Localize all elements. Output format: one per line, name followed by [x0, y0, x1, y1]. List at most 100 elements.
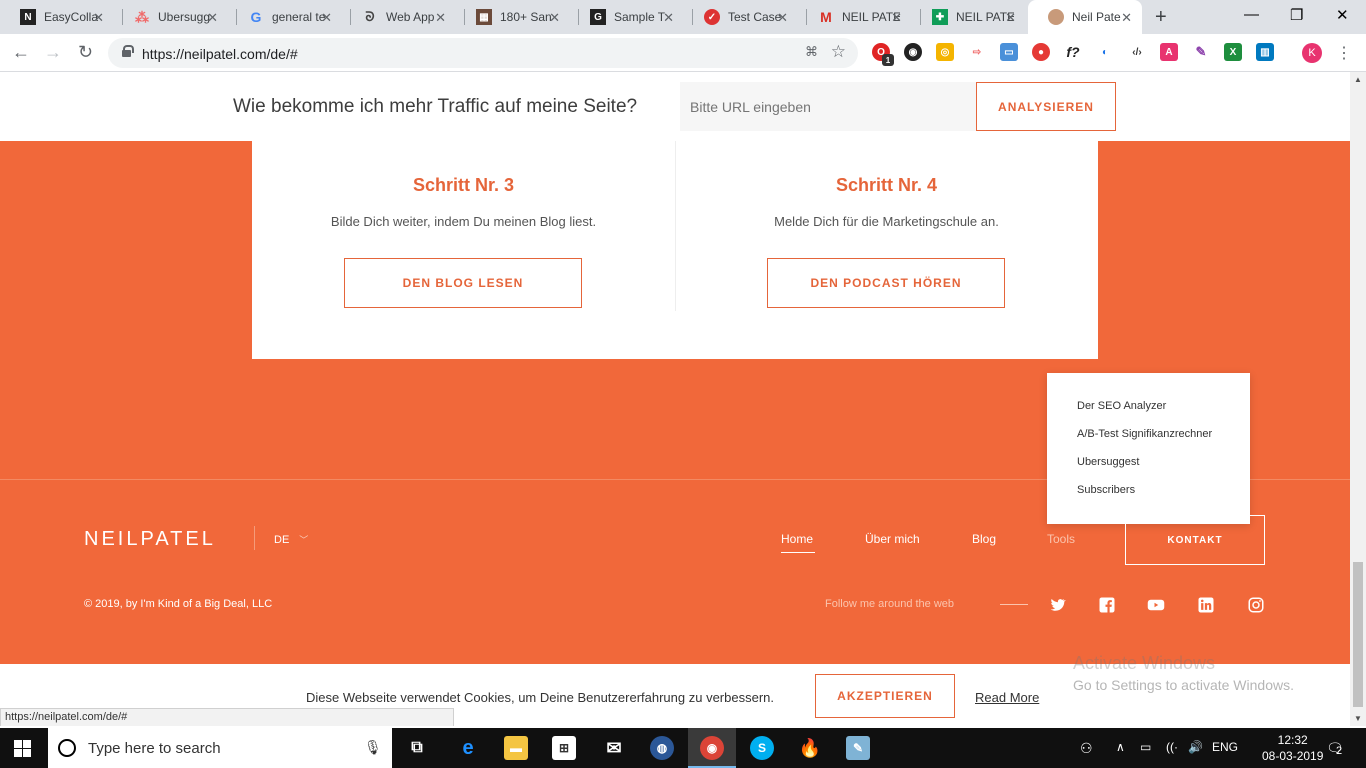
clock-date: 08-03-2019 — [1262, 749, 1324, 763]
file-explorer-icon[interactable]: ▬ — [504, 736, 528, 760]
web-app-icon: ᘐ — [365, 9, 375, 24]
browser-tab[interactable]: ▦ 180+ San ✕ — [456, 0, 570, 34]
fontface-icon[interactable]: f? — [1064, 43, 1082, 61]
browser-tab[interactable]: ✚ NEIL PATE ✕ — [912, 0, 1026, 34]
edge-icon[interactable]: e — [456, 736, 480, 760]
notepad-icon[interactable]: ✎ — [846, 736, 870, 760]
extension-window-icon[interactable]: ▭ — [1000, 43, 1018, 61]
reload-icon[interactable]: ↻ — [78, 42, 93, 63]
close-tab-icon[interactable]: ✕ — [1121, 10, 1132, 26]
page-scrollbar[interactable]: ▲ ▼ — [1350, 72, 1366, 726]
footer-nav-about[interactable]: Über mich — [865, 532, 920, 546]
menu-kebab-icon[interactable]: ⋮ — [1336, 43, 1352, 63]
extension-compass-icon[interactable]: ◐ — [1096, 43, 1114, 61]
chevron-down-icon: ﹀ — [299, 535, 309, 545]
twitter-icon[interactable] — [1048, 596, 1066, 614]
podcast-button[interactable]: DEN PODCAST HÖREN — [767, 258, 1005, 308]
extension-a-icon[interactable]: A — [1160, 43, 1178, 61]
code-icon[interactable]: ‹/› — [1128, 43, 1146, 61]
scroll-down-icon[interactable]: ▼ — [1354, 714, 1362, 723]
bookmark-star-icon[interactable]: ☆ — [831, 42, 846, 62]
taskbar-clock[interactable]: 12:32 08-03-2019 — [1262, 732, 1323, 764]
language-selector[interactable]: DE ﹀ — [274, 533, 308, 546]
close-tab-icon[interactable]: ✕ — [321, 10, 332, 26]
youtube-icon[interactable] — [1147, 596, 1165, 614]
pen-icon[interactable]: ✎ — [1192, 43, 1210, 61]
new-tab-icon[interactable]: + — [1155, 6, 1167, 29]
tray-chevron-up-icon[interactable]: ∧ — [1116, 740, 1125, 754]
close-tab-icon[interactable]: ✕ — [207, 10, 218, 26]
follow-label: Follow me around the web — [825, 598, 955, 610]
close-tab-icon[interactable]: ✕ — [663, 10, 674, 26]
minimize-icon[interactable]: — — [1244, 6, 1259, 23]
close-tab-icon[interactable]: ✕ — [93, 10, 104, 26]
address-bar[interactable]: https://neilpatel.com/de/# ⌘ ☆ — [108, 38, 858, 68]
translate-icon[interactable]: ⌘ — [805, 44, 818, 60]
browser-tab-active[interactable]: Neil Pate ✕ — [1028, 0, 1142, 34]
gmail-icon: M — [820, 9, 832, 25]
extension-x-icon[interactable]: X — [1224, 43, 1242, 61]
windows-taskbar: Type here to search 🎙 ⧉ e ▬ ⊞ ✉ ◍ ◉ S 🔥 … — [0, 728, 1366, 768]
scroll-up-icon[interactable]: ▲ — [1354, 75, 1362, 84]
footer-nav-blog[interactable]: Blog — [972, 532, 996, 546]
footer-nav-home[interactable]: Home — [781, 532, 813, 546]
browser-tab[interactable]: ᘐ Web App ✕ — [342, 0, 456, 34]
taskbar-search[interactable]: Type here to search 🎙 — [48, 728, 392, 768]
instagram-icon[interactable] — [1247, 596, 1265, 614]
back-icon[interactable]: ← — [12, 42, 30, 63]
contact-button[interactable]: KONTAKT — [1125, 515, 1265, 565]
windows-start-icon[interactable] — [14, 740, 31, 757]
language-indicator[interactable]: ENG — [1212, 740, 1238, 754]
read-more-link[interactable]: Read More — [975, 690, 1039, 705]
footer-logo[interactable]: NEILPATEL — [84, 528, 216, 551]
close-tab-icon[interactable]: ✕ — [891, 10, 902, 26]
color-picker-icon[interactable]: ◉ — [904, 43, 922, 61]
store-icon[interactable]: ⊞ — [552, 736, 576, 760]
scrollbar-thumb[interactable] — [1353, 562, 1363, 707]
read-blog-button[interactable]: DEN BLOG LESEN — [344, 258, 582, 308]
tools-item-subscribers[interactable]: Subscribers — [1077, 484, 1135, 496]
volume-icon[interactable]: 🔊 — [1188, 740, 1203, 754]
close-window-icon[interactable]: ✕ — [1336, 6, 1349, 24]
facebook-icon[interactable] — [1098, 596, 1116, 614]
tools-item-ab-test[interactable]: A/B-Test Signifikanzrechner — [1077, 428, 1212, 440]
footer-nav-tools[interactable]: Tools — [1047, 532, 1075, 546]
skype-icon[interactable]: S — [750, 736, 774, 760]
close-tab-icon[interactable]: ✕ — [777, 10, 788, 26]
profile-avatar[interactable]: K — [1302, 43, 1322, 63]
chrome-icon[interactable]: ◉ — [700, 736, 724, 760]
close-tab-icon[interactable]: ✕ — [1005, 10, 1016, 26]
extension-yellow-icon[interactable]: ◎ — [936, 43, 954, 61]
battery-icon[interactable]: ▭ — [1140, 740, 1151, 754]
browser-tab[interactable]: M NEIL PATE ✕ — [798, 0, 912, 34]
address-url[interactable]: https://neilpatel.com/de/# — [142, 46, 298, 62]
accept-cookies-button[interactable]: AKZEPTIEREN — [815, 674, 955, 718]
task-view-icon[interactable]: ⧉ — [405, 736, 429, 760]
browser-tab[interactable]: G general te ✕ — [228, 0, 342, 34]
tools-item-seo-analyzer[interactable]: Der SEO Analyzer — [1077, 400, 1166, 412]
restore-icon[interactable]: ❐ — [1290, 6, 1303, 24]
url-input[interactable] — [680, 82, 976, 131]
trello-icon[interactable]: ▥ — [1256, 43, 1274, 61]
linkedin-icon[interactable] — [1197, 596, 1215, 614]
mail-icon[interactable]: ✉ — [602, 736, 626, 760]
tools-item-ubersuggest[interactable]: Ubersuggest — [1077, 456, 1139, 468]
wifi-icon[interactable]: ((· — [1166, 740, 1178, 754]
browser-tab[interactable]: N EasyColla ✕ — [0, 0, 114, 34]
flame-app-icon[interactable]: 🔥 — [798, 736, 822, 760]
cookie-message: Diese Webseite verwendet Cookies, um Dei… — [306, 690, 774, 705]
microphone-icon[interactable]: 🎙 — [364, 739, 382, 756]
extension-record-icon[interactable]: ● — [1032, 43, 1050, 61]
browser-tab[interactable]: G Sample T ✕ — [570, 0, 684, 34]
browser-tab[interactable]: ⁂ Ubersugg ✕ — [114, 0, 228, 34]
close-tab-icon[interactable]: ✕ — [549, 10, 560, 26]
network-app-icon[interactable]: ◍ — [650, 736, 674, 760]
browser-tab[interactable]: ✓ Test Case ✕ — [684, 0, 798, 34]
forward-icon[interactable]: → — [44, 42, 62, 63]
status-bar-url: https://neilpatel.com/de/# — [0, 708, 454, 726]
people-icon[interactable]: ⚇ — [1080, 740, 1093, 757]
close-tab-icon[interactable]: ✕ — [435, 10, 446, 26]
analyze-button[interactable]: ANALYSIEREN — [976, 82, 1116, 131]
testcase-icon: ✓ — [704, 9, 720, 25]
extension-arrow-icon[interactable]: ⇨ — [968, 43, 986, 61]
